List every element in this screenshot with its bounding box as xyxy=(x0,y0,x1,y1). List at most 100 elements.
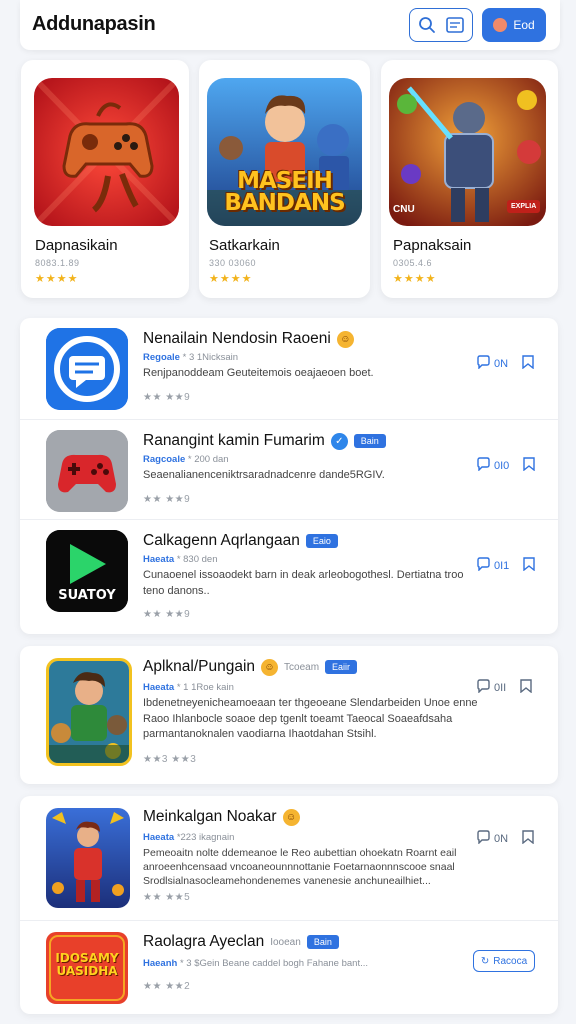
game-art-heroes: MASEIH BANDANS xyxy=(207,78,362,226)
list-item-title-wrap: Aplknal/Pungain ☺ Tcoeam Eaiir xyxy=(143,658,358,676)
list-item[interactable]: Meinkalgan Noakar ☺ Haeata *223 ikagnain… xyxy=(20,796,558,920)
verified-icon: ✓ xyxy=(330,432,348,450)
featured-name: Dapnasikain xyxy=(35,237,118,254)
list-item-title-wrap: Nenailain Nendosin Raoeni ☺ xyxy=(143,330,354,348)
list-item[interactable]: SUATOY Calkagenn Aqrlangaan Eaio Haeata … xyxy=(20,519,558,634)
list-item-info: *223 ikagnain xyxy=(176,832,235,843)
featured-meta: 330 03060 xyxy=(209,258,257,268)
refresh-icon: ↻ xyxy=(480,955,490,967)
list-item-description: Cunaoenel issoaodekt barn in deak arleob… xyxy=(143,569,464,597)
list-item[interactable]: IDOSAMY UASIDHA Raolagra Ayeclan Iooean … xyxy=(20,920,558,1014)
comment-count[interactable]: 0N xyxy=(494,358,508,370)
game-badge-chip: EXPLIA xyxy=(507,200,541,213)
bookmark-icon[interactable] xyxy=(522,355,534,372)
search-button-group[interactable] xyxy=(409,8,473,42)
gamepad-app-icon xyxy=(46,430,128,512)
list-item-tag: Iooean xyxy=(270,936,301,948)
star-rating: ★★ ★★2 xyxy=(143,981,191,992)
primary-action-button[interactable]: Eod xyxy=(482,8,546,42)
star-rating: ★★★★ xyxy=(209,273,253,285)
comment-icon[interactable] xyxy=(476,355,490,372)
emoji-icon: ☺ xyxy=(282,808,300,826)
fighter-app-icon xyxy=(46,808,130,908)
list-item-actions: 0I0 xyxy=(476,457,535,474)
comment-icon[interactable] xyxy=(476,830,490,847)
app-list-group: Aplknal/Pungain ☺ Tcoeam Eaiir Haeata * … xyxy=(20,646,558,784)
app-header: Addunapasin Eod xyxy=(20,0,560,50)
featured-meta: 0305.4.6 xyxy=(393,258,433,268)
featured-card[interactable]: MASEIH BANDANS Satkarkain 330 03060 ★★★★ xyxy=(199,60,370,298)
list-item-tag: Tcoeam xyxy=(284,661,320,673)
logo-app-icon: IDOSAMY UASIDHA xyxy=(46,932,128,1004)
status-badge: Bain xyxy=(306,935,339,949)
list-item-description: Seaenalianenceniktrsaradnadcenre dande5R… xyxy=(143,469,385,481)
list-item-title-wrap: Raolagra Ayeclan Iooean Bain xyxy=(143,933,339,951)
list-item[interactable]: Aplknal/Pungain ☺ Tcoeam Eaiir Haeata * … xyxy=(20,646,558,784)
list-item-actions: 0II xyxy=(476,679,532,696)
get-button-label: Racoca xyxy=(493,955,528,967)
status-badge: Eaiir xyxy=(325,660,358,674)
list-item-category[interactable]: Regoale xyxy=(143,352,180,363)
list-item[interactable]: Ranangint kamin Fumarim ✓ Bain Ragcoale … xyxy=(20,419,558,519)
game-art-controller xyxy=(34,78,179,226)
list-item-title-wrap: Meinkalgan Noakar ☺ xyxy=(143,808,300,826)
bookmark-icon[interactable] xyxy=(523,557,535,574)
search-icon[interactable] xyxy=(418,16,436,39)
comment-count[interactable]: 0II xyxy=(494,682,506,694)
app-list-group: Meinkalgan Noakar ☺ Haeata *223 ikagnain… xyxy=(20,796,558,1014)
star-rating: ★★ ★★5 xyxy=(143,892,191,903)
list-item-title-wrap: Calkagenn Aqrlangaan Eaio xyxy=(143,532,338,550)
comment-count[interactable]: 0N xyxy=(494,833,508,845)
list-item-subtitle: Haeata * 1 1Roe kain xyxy=(143,682,234,693)
list-item-title: Ranangint kamin Fumarim xyxy=(143,432,325,449)
list-item-info: * 3 1Nicksain xyxy=(182,352,239,363)
list-item-category[interactable]: Haeata xyxy=(143,682,174,693)
comment-icon[interactable] xyxy=(476,679,490,696)
comment-icon[interactable] xyxy=(476,457,490,474)
bookmark-icon[interactable] xyxy=(520,679,532,696)
document-icon[interactable] xyxy=(446,17,464,38)
game-art-knight: CNU EXPLIA xyxy=(389,78,546,226)
comment-count[interactable]: 0I1 xyxy=(494,560,509,572)
bookmark-icon[interactable] xyxy=(523,457,535,474)
star-rating: ★★3 ★★3 xyxy=(143,754,197,765)
list-item-title: Raolagra Ayeclan xyxy=(143,933,265,950)
list-item-category[interactable]: Haeata xyxy=(143,832,174,843)
star-rating: ★★ ★★9 xyxy=(143,494,191,505)
list-item-actions: 0I1 xyxy=(476,557,535,574)
list-item-description: Renjpanoddeam Geuteitemois oeajaeoen boe… xyxy=(143,367,374,379)
list-item-info: * 1 1Roe kain xyxy=(176,682,234,693)
list-item-title-wrap: Ranangint kamin Fumarim ✓ Bain xyxy=(143,432,386,450)
list-item[interactable]: Nenailain Nendosin Raoeni ☺ Regoale * 3 … xyxy=(20,318,558,419)
get-button[interactable]: ↻ Racoca xyxy=(473,950,535,972)
list-item-info: * 830 den xyxy=(176,554,218,565)
list-item-category[interactable]: Haeanh xyxy=(143,958,177,969)
featured-card[interactable]: Dapnasikain 8083.1.89 ★★★★ xyxy=(21,60,189,298)
list-item-description: Ibdenetneyenicheamoeaan ter thgeoeane Sl… xyxy=(143,697,478,740)
game-badge-text: CNU xyxy=(393,204,415,215)
emoji-icon: ☺ xyxy=(261,658,279,676)
star-rating: ★★ ★★9 xyxy=(143,392,191,403)
app-list-group: Nenailain Nendosin Raoeni ☺ Regoale * 3 … xyxy=(20,318,558,634)
status-badge: Bain xyxy=(353,434,386,448)
comment-icon[interactable] xyxy=(476,557,490,574)
featured-card[interactable]: CNU EXPLIA Papnaksain 0305.4.6 ★★★★ xyxy=(381,60,558,298)
comment-count[interactable]: 0I0 xyxy=(494,460,509,472)
list-item-subtitle: Haeanh * 3 $Gein Beane caddel bogh Fahan… xyxy=(143,958,368,969)
play-app-icon: SUATOY xyxy=(46,530,128,612)
list-item-info: * 200 dan xyxy=(187,454,229,465)
list-item-title: Calkagenn Aqrlangaan xyxy=(143,532,300,549)
bookmark-icon[interactable] xyxy=(522,830,534,847)
featured-name: Papnaksain xyxy=(393,237,472,254)
list-item-title: Aplknal/Pungain xyxy=(143,658,256,675)
status-badge: Eaio xyxy=(305,534,338,548)
game-logo-line2: BANDANS xyxy=(224,190,345,216)
list-item-category[interactable]: Haeata xyxy=(143,554,174,565)
star-rating: ★★★★ xyxy=(35,273,79,285)
list-item-title: Meinkalgan Noakar xyxy=(143,808,277,825)
list-item-actions: 0N xyxy=(476,355,534,372)
list-item-category[interactable]: Ragcoale xyxy=(143,454,185,465)
list-item-info: * 3 $Gein Beane caddel bogh Fahane bant.… xyxy=(179,958,369,969)
featured-name: Satkarkain xyxy=(209,237,280,254)
logo-app-icon-text: IDOSAMY UASIDHA xyxy=(55,951,119,978)
